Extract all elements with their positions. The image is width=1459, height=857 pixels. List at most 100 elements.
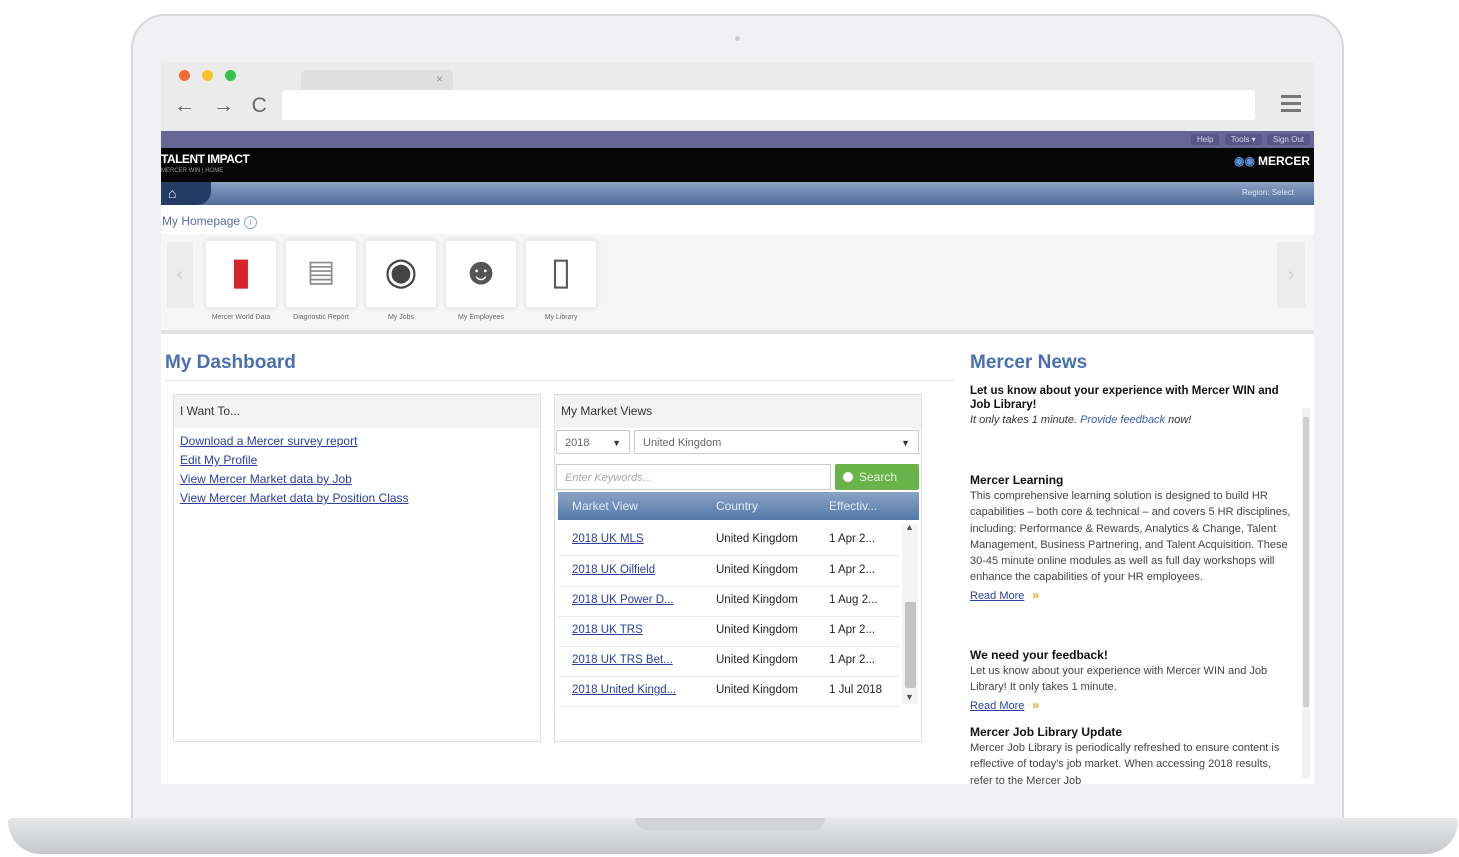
table-row: 2018 UK MLS United Kingdom 1 Apr 2... xyxy=(558,525,900,556)
table-row: 2018 UK TRS United Kingdom 1 Apr 2... xyxy=(558,616,900,647)
market-view-link[interactable]: 2018 United Kingd... xyxy=(572,684,676,696)
market-view-link[interactable]: 2018 UK TRS Bet... xyxy=(572,654,673,666)
tile-my-jobs[interactable]: ◉ My Jobs xyxy=(365,240,437,321)
row-effective-date: 1 Apr 2... xyxy=(829,624,876,636)
download-survey-report-link[interactable]: Download a Mercer survey report xyxy=(180,432,534,451)
row-effective-date: 1 Jul 2018 xyxy=(829,684,883,696)
read-more-link[interactable]: Read More xyxy=(970,700,1024,712)
homepage-tile-carousel: ‹ ▮ Mercer World Data ▤ Diagnostic Repor… xyxy=(161,234,1314,334)
row-country: United Kingdom xyxy=(716,654,798,666)
top-utility-bar: Help Tools ▾ Sign Out xyxy=(161,131,1314,148)
home-tab[interactable]: ⌂ xyxy=(161,182,211,205)
news-item: Mercer Job Library Update Mercer Job Lib… xyxy=(970,724,1292,784)
market-data-by-position-class-link[interactable]: View Mercer Market data by Position Clas… xyxy=(180,489,534,508)
carousel-next-button[interactable]: › xyxy=(1277,242,1305,308)
homepage-label: My Homepage i xyxy=(162,214,258,229)
laptop-notch xyxy=(635,818,825,830)
chevron-down-icon: ▼ xyxy=(612,438,621,448)
row-country: United Kingdom xyxy=(716,533,798,545)
news-item-body: Let us know about your experience with M… xyxy=(970,665,1268,694)
address-bar[interactable] xyxy=(282,90,1255,120)
row-effective-date: 1 Apr 2... xyxy=(829,533,876,545)
i-want-to-panel: I Want To... Download a Mercer survey re… xyxy=(173,394,541,742)
column-market-view[interactable]: Market View xyxy=(572,499,638,513)
back-forward-reload-icons[interactable]: ← → C xyxy=(174,94,273,118)
market-view-link[interactable]: 2018 UK Power D... xyxy=(572,594,674,606)
region-select[interactable]: Region: Select xyxy=(1242,188,1294,197)
edit-profile-link[interactable]: Edit My Profile xyxy=(180,451,534,470)
webcam xyxy=(735,36,740,41)
market-view-link[interactable]: 2018 UK MLS xyxy=(572,533,644,545)
read-more-link[interactable]: Read More xyxy=(970,590,1024,602)
dashboard-divider xyxy=(165,380,955,381)
tile-my-library[interactable]: ▯ My Library xyxy=(525,240,597,321)
table-row: 2018 UK Power D... United Kingdom 1 Aug … xyxy=(558,586,900,617)
i-want-to-heading: I Want To... xyxy=(174,395,540,428)
row-country: United Kingdom xyxy=(716,594,798,606)
menu-icon[interactable] xyxy=(1281,95,1301,116)
mercer-logo-icon: ◉◉ xyxy=(1234,154,1255,168)
country-select[interactable]: United Kingdom ▼ xyxy=(634,430,919,454)
market-data-by-job-link[interactable]: View Mercer Market data by Job xyxy=(180,470,534,489)
browser-screen: × ← → C Help Tools ▾ Sign Out TALENT IMP… xyxy=(161,62,1314,784)
year-select[interactable]: 2018 ▼ xyxy=(556,430,630,454)
search-button[interactable]: Search xyxy=(835,464,919,490)
table-scrollbar-thumb[interactable] xyxy=(905,602,916,688)
row-country: United Kingdom xyxy=(716,684,798,696)
sign-out-link[interactable]: Sign Out xyxy=(1266,134,1310,145)
row-effective-date: 1 Apr 2... xyxy=(829,564,876,576)
double-chevron-icon: » xyxy=(1032,697,1040,712)
column-effective-date[interactable]: Effectiv... xyxy=(829,499,877,513)
news-scrollbar-thumb[interactable] xyxy=(1303,417,1309,707)
employees-people-icon: ☻ xyxy=(461,251,501,293)
world-data-book-icon: ▮ xyxy=(230,251,252,293)
news-item-heading: We need your feedback! xyxy=(970,648,1108,662)
mercer-logo: ◉◉ MERCER xyxy=(1234,154,1310,168)
scroll-up-icon[interactable]: ▲ xyxy=(905,522,914,532)
news-item-body: Mercer Job Library is periodically refre… xyxy=(970,742,1280,784)
tile-diagnostic-report[interactable]: ▤ Diagnostic Report xyxy=(285,240,357,321)
talent-impact-logo: TALENT IMPACT xyxy=(161,152,250,166)
market-view-link[interactable]: 2018 UK TRS xyxy=(572,624,643,636)
column-country[interactable]: Country xyxy=(716,499,758,513)
brand-subtitle: MERCER WIN | HOME xyxy=(161,168,224,174)
info-icon[interactable]: i xyxy=(244,216,258,229)
market-view-link[interactable]: 2018 UK Oilfield xyxy=(572,564,655,576)
news-item-heading: Mercer Learning xyxy=(970,473,1064,487)
search-icon xyxy=(843,472,853,482)
help-link[interactable]: Help xyxy=(1191,134,1220,145)
news-title: Mercer News xyxy=(970,352,1088,373)
news-item: Mercer Learning This comprehensive learn… xyxy=(970,472,1292,604)
library-books-icon: ▯ xyxy=(550,251,572,293)
close-window-button[interactable] xyxy=(179,70,190,81)
home-icon: ⌂ xyxy=(168,185,177,201)
keyword-search-input[interactable]: Enter Keywords... xyxy=(556,464,831,490)
tile-mercer-world-data[interactable]: ▮ Mercer World Data xyxy=(205,240,277,321)
market-views-heading: My Market Views xyxy=(555,395,921,428)
row-country: United Kingdom xyxy=(716,624,798,636)
table-row: 2018 United Kingd... United Kingdom 1 Ju… xyxy=(558,676,900,707)
brand-header: TALENT IMPACT MERCER WIN | HOME ◉◉ MERCER xyxy=(161,148,1314,182)
provide-feedback-link[interactable]: Provide feedback xyxy=(1080,414,1165,426)
news-lead-block: Let us know about your experience with M… xyxy=(970,384,1300,428)
news-item-heading: Mercer Job Library Update xyxy=(970,725,1123,739)
main-nav-bar: ⌂ Region: Select xyxy=(161,182,1314,205)
tools-link[interactable]: Tools ▾ xyxy=(1224,134,1262,145)
news-lead-text: Let us know about your experience with M… xyxy=(970,385,1279,411)
table-row: 2018 UK TRS Bet... United Kingdom 1 Apr … xyxy=(558,646,900,677)
browser-chrome: × ← → C xyxy=(161,62,1314,131)
double-chevron-icon: » xyxy=(1032,587,1040,602)
scroll-down-icon[interactable]: ▼ xyxy=(905,692,914,702)
maximize-window-button[interactable] xyxy=(225,70,236,81)
tile-my-employees[interactable]: ☻ My Employees xyxy=(445,240,517,321)
diagnostic-report-icon: ▤ xyxy=(306,255,336,288)
market-views-table-header: Market View Country Effectiv... xyxy=(558,492,919,520)
carousel-prev-button[interactable]: ‹ xyxy=(167,242,193,308)
tab-close-icon[interactable]: × xyxy=(436,72,443,86)
minimize-window-button[interactable] xyxy=(202,70,213,81)
jobs-briefcase-icon: ◉ xyxy=(384,251,418,293)
table-row: 2018 UK Oilfield United Kingdom 1 Apr 2.… xyxy=(558,556,900,587)
browser-tab[interactable]: × xyxy=(301,70,453,92)
row-country: United Kingdom xyxy=(716,564,798,576)
dashboard-title: My Dashboard xyxy=(165,352,296,373)
